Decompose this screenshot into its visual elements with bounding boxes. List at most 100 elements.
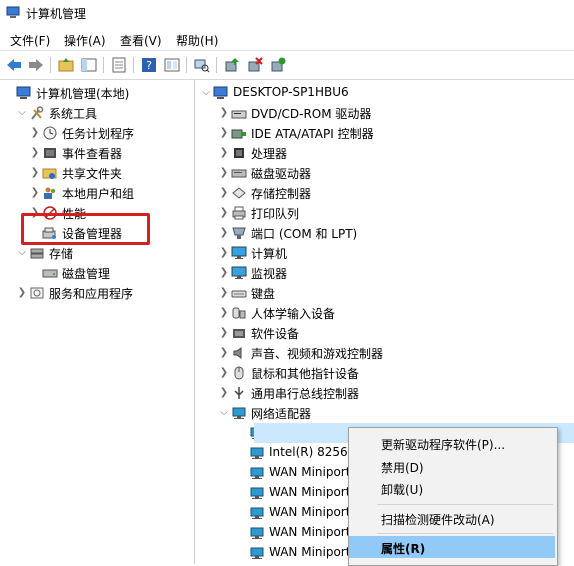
device-item[interactable]: ⌵ DESKTOP-SP1HBU6 xyxy=(197,83,574,103)
show-hide-tree-icon[interactable] xyxy=(80,56,98,74)
forward-arrow-icon[interactable] xyxy=(27,56,45,74)
device-item[interactable]: ❯ DVD/CD-ROM 驱动器 xyxy=(197,103,574,123)
annotation-highlight-box xyxy=(21,213,150,245)
properties-icon[interactable] xyxy=(110,56,128,74)
tree-item-label: 磁盘驱动器 xyxy=(251,167,312,181)
collapsed-chevron-icon[interactable]: ❯ xyxy=(219,167,229,179)
console-tree-pane[interactable]: 计算机管理(本地) ⌵ 系统工具 ❯ 任务计划程序 ❯ 事件查看器 ❯ 共享文件夹 ❯ 本地用户和组… xyxy=(0,80,195,564)
menu-help[interactable]: 帮助(H) xyxy=(176,32,218,49)
tree-item-label: 共享文件夹 xyxy=(62,167,123,181)
tree-item[interactable]: ❯ 事件查看器 xyxy=(0,143,194,163)
expanded-chevron-icon[interactable]: ⌵ xyxy=(201,87,211,99)
device-item[interactable]: ❯ 端口 (COM 和 LPT) xyxy=(197,223,574,243)
tree-item-label: 网络适配器 xyxy=(251,407,312,421)
port-icon xyxy=(232,227,246,239)
collapsed-chevron-icon[interactable]: ❯ xyxy=(30,127,40,139)
tree-item[interactable]: 磁盘管理 xyxy=(0,263,194,283)
storage-controller-icon xyxy=(232,187,246,199)
update-driver-icon[interactable] xyxy=(223,56,241,74)
tree-item[interactable]: ⌵ 系统工具 xyxy=(0,103,194,123)
scan-hardware-icon[interactable] xyxy=(193,56,211,74)
uninstall-device-icon[interactable] xyxy=(246,56,264,74)
context-disable[interactable]: 禁用(D) xyxy=(349,455,555,477)
context-uninstall[interactable]: 卸载(U) xyxy=(349,477,555,499)
device-item[interactable]: ❯ 键盘 xyxy=(197,283,574,303)
tree-item[interactable]: ❯ 共享文件夹 xyxy=(0,163,194,183)
collapsed-chevron-icon[interactable]: ❯ xyxy=(30,147,40,159)
disk-drive-icon xyxy=(231,169,247,178)
up-folder-icon[interactable] xyxy=(57,56,75,74)
usb-icon xyxy=(234,387,244,399)
tree-item-label: DVD/CD-ROM 驱动器 xyxy=(251,107,372,121)
device-item[interactable]: ❯ 磁盘驱动器 xyxy=(197,163,574,183)
context-scan-hardware[interactable]: 扫描检测硬件改动(A) xyxy=(349,507,555,529)
collapsed-chevron-icon[interactable]: ❯ xyxy=(30,167,40,179)
dvd-icon xyxy=(231,110,247,119)
collapsed-chevron-icon[interactable]: ❯ xyxy=(219,347,229,359)
title-bar: 计算机管理 xyxy=(0,0,574,26)
device-item[interactable]: ❯ IDE ATA/ATAPI 控制器 xyxy=(197,123,574,143)
tree-item[interactable]: 计算机管理(本地) xyxy=(0,83,194,103)
collapsed-chevron-icon[interactable]: ❯ xyxy=(219,127,229,139)
network-icon xyxy=(250,467,264,479)
collapsed-chevron-icon[interactable]: ❯ xyxy=(219,367,229,379)
collapsed-chevron-icon[interactable]: ❯ xyxy=(219,287,229,299)
expanded-chevron-icon[interactable]: ⌵ xyxy=(219,407,229,419)
device-item[interactable]: ❯ 监视器 xyxy=(197,263,574,283)
printer-icon xyxy=(232,206,246,220)
collapsed-chevron-icon[interactable]: ❯ xyxy=(219,227,229,239)
enable-device-icon[interactable] xyxy=(269,56,287,74)
expanded-chevron-icon[interactable]: ⌵ xyxy=(17,107,27,119)
tree-item-label: 监视器 xyxy=(251,267,288,281)
window-title: 计算机管理 xyxy=(26,7,87,21)
tree-item-label: 系统工具 xyxy=(49,107,98,121)
device-item[interactable]: ❯ 声音、视频和游戏控制器 xyxy=(197,343,574,363)
context-separator xyxy=(377,533,553,534)
tree-item-label: 本地用户和组 xyxy=(62,187,135,201)
collapsed-chevron-icon[interactable]: ❯ xyxy=(219,107,229,119)
tree-item-label: 事件查看器 xyxy=(62,147,123,161)
collapsed-chevron-icon[interactable]: ❯ xyxy=(219,267,229,279)
expanded-chevron-icon[interactable]: ⌵ xyxy=(17,247,27,259)
collapsed-chevron-icon[interactable]: ❯ xyxy=(219,147,229,159)
back-arrow-icon[interactable] xyxy=(5,56,23,74)
help-icon[interactable]: ? xyxy=(140,56,158,74)
tree-item[interactable]: ❯ 本地用户和组 xyxy=(0,183,194,203)
collapsed-chevron-icon[interactable]: ❯ xyxy=(219,327,229,339)
device-item[interactable]: ❯ 计算机 xyxy=(197,243,574,263)
event-viewer-icon xyxy=(44,148,56,158)
collapsed-chevron-icon[interactable]: ❯ xyxy=(17,287,27,299)
collapsed-chevron-icon[interactable]: ❯ xyxy=(219,307,229,319)
tree-item-label: Intel(R) 82566 xyxy=(269,445,356,459)
menu-file[interactable]: 文件(F) xyxy=(10,32,50,49)
collapsed-chevron-icon[interactable]: ❯ xyxy=(30,187,40,199)
computer-icon xyxy=(213,86,228,99)
device-item[interactable]: ❯ 鼠标和其他指针设备 xyxy=(197,363,574,383)
menu-view[interactable]: 查看(V) xyxy=(120,32,162,49)
collapsed-chevron-icon[interactable]: ❯ xyxy=(219,187,229,199)
console-view-icon[interactable] xyxy=(163,56,181,74)
tree-item-label: WAN Miniport xyxy=(269,525,351,539)
collapsed-chevron-icon[interactable]: ❯ xyxy=(219,247,229,259)
tree-item-label: 声音、视频和游戏控制器 xyxy=(251,347,384,361)
menu-action[interactable]: 操作(A) xyxy=(64,32,106,49)
device-item[interactable]: ❯ 打印队列 xyxy=(197,203,574,223)
tree-item[interactable]: ⌵ 存储 xyxy=(0,243,194,263)
device-item[interactable]: ❯ 处理器 xyxy=(197,143,574,163)
tree-item[interactable]: ❯ 任务计划程序 xyxy=(0,123,194,143)
tools-icon xyxy=(31,106,44,120)
disk-icon xyxy=(42,269,58,278)
device-item[interactable]: ⌵ 网络适配器 xyxy=(197,403,574,423)
collapsed-chevron-icon[interactable]: ❯ xyxy=(219,387,229,399)
tree-item[interactable]: ❯ 服务和应用程序 xyxy=(0,283,194,303)
device-item[interactable]: ❯ 人体学输入设备 xyxy=(197,303,574,323)
context-properties[interactable]: 属性(R) xyxy=(349,536,555,558)
device-item[interactable]: ❯ 软件设备 xyxy=(197,323,574,343)
monitor-icon xyxy=(231,246,247,259)
context-update-driver[interactable]: 更新驱动程序软件(P)... xyxy=(349,432,555,454)
monitor-icon xyxy=(231,266,247,279)
device-item[interactable]: ❯ 存储控制器 xyxy=(197,183,574,203)
device-item[interactable]: ❯ 通用串行总线控制器 xyxy=(197,383,574,403)
collapsed-chevron-icon[interactable]: ❯ xyxy=(219,207,229,219)
tree-item-label: 计算机管理(本地) xyxy=(36,87,130,101)
